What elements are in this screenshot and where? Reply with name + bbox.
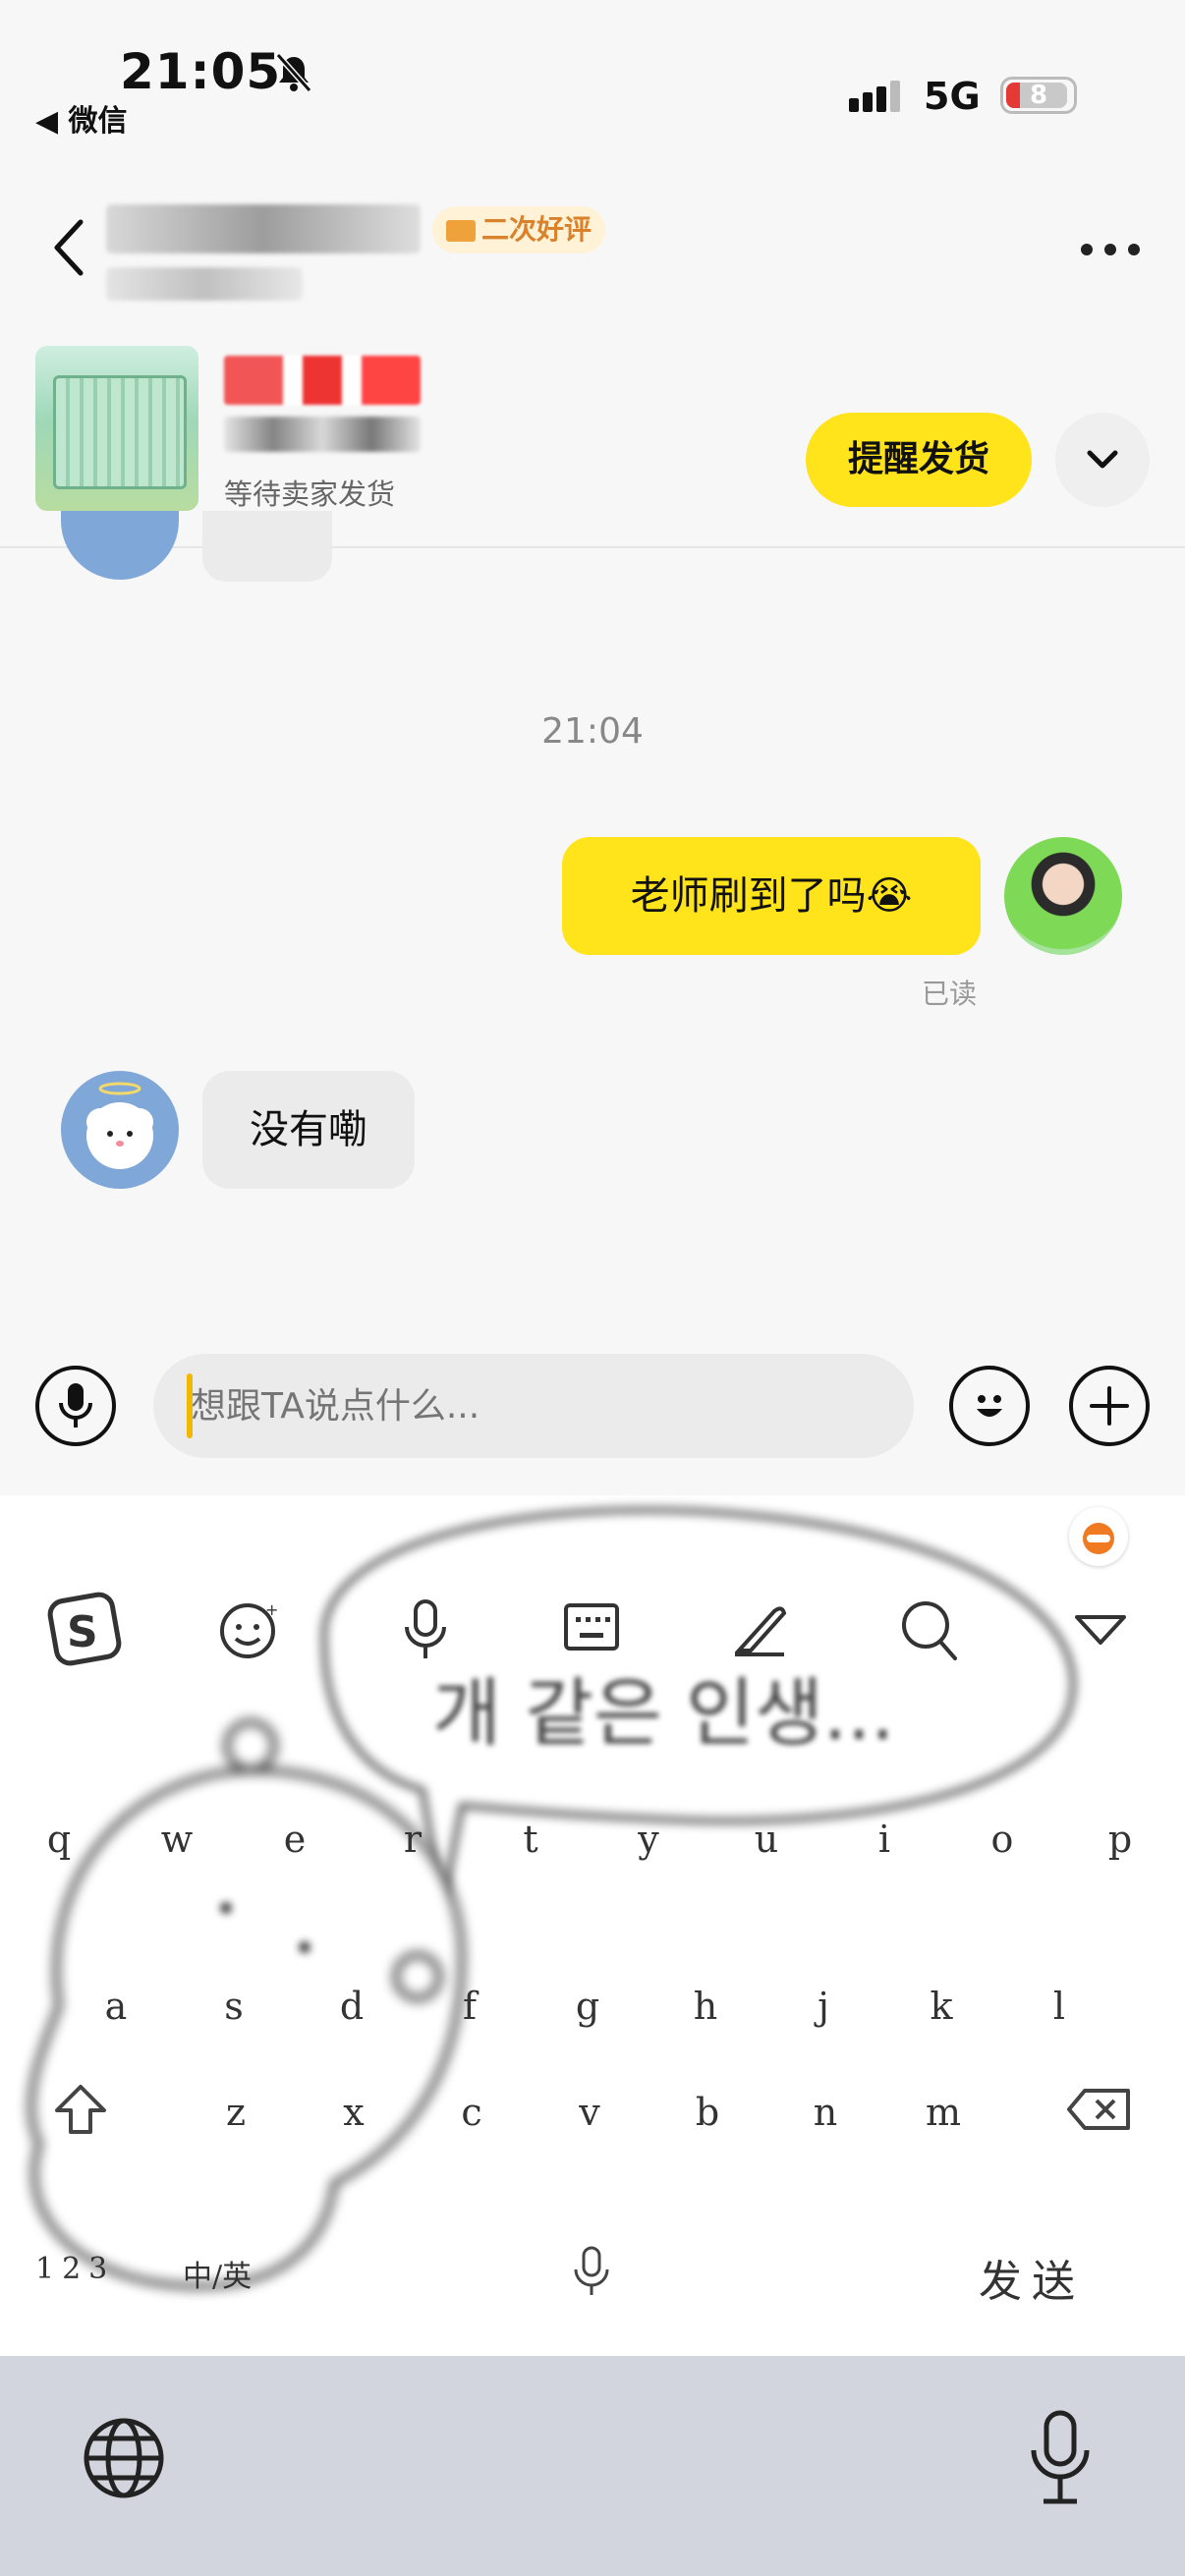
previous-avatar bbox=[61, 511, 179, 580]
previous-message-bubble bbox=[202, 511, 332, 582]
review-tag-label: 二次好评 bbox=[481, 213, 592, 246]
key-w[interactable]: w bbox=[147, 1818, 206, 1861]
mute-bell-icon bbox=[273, 51, 314, 94]
shift-key[interactable] bbox=[51, 2081, 110, 2140]
seller-avatar[interactable] bbox=[61, 1071, 179, 1189]
svg-text:S: S bbox=[67, 1607, 98, 1657]
delete-key[interactable] bbox=[1065, 2085, 1134, 2134]
send-key[interactable]: 发送 bbox=[979, 2246, 1085, 2309]
hide-keyboard-icon[interactable] bbox=[1071, 1611, 1130, 1651]
contact-subtitle-redacted bbox=[106, 267, 303, 301]
contact-name-redacted bbox=[106, 204, 421, 253]
system-keyboard-strip bbox=[0, 2356, 1185, 2576]
sogou-logo-icon[interactable]: S bbox=[47, 1592, 122, 1666]
smiley-icon bbox=[977, 1395, 1002, 1417]
key-s[interactable]: s bbox=[204, 1985, 263, 2028]
keyboard-layout-icon[interactable] bbox=[562, 1601, 621, 1656]
key-p[interactable]: p bbox=[1091, 1818, 1150, 1861]
key-c[interactable]: c bbox=[442, 2091, 501, 2134]
plus-icon bbox=[1090, 1386, 1129, 1426]
received-message-bubble[interactable]: 没有嘞 bbox=[202, 1071, 415, 1189]
key-q[interactable]: q bbox=[29, 1818, 88, 1861]
expand-card-button[interactable] bbox=[1055, 413, 1150, 507]
dictation-microphone-icon[interactable] bbox=[1026, 2409, 1095, 2507]
more-options-icon[interactable] bbox=[1081, 244, 1140, 255]
back-to-wechat-link[interactable]: ◀ 微信 bbox=[35, 96, 128, 140]
product-desc-redacted bbox=[224, 417, 421, 452]
remind-ship-button[interactable]: 提醒发货 bbox=[806, 413, 1032, 507]
globe-icon[interactable] bbox=[81, 2415, 167, 2501]
key-x[interactable]: x bbox=[324, 2091, 383, 2134]
key-d[interactable]: d bbox=[322, 1985, 381, 2028]
key-a[interactable]: a bbox=[86, 1985, 145, 2028]
key-n[interactable]: n bbox=[796, 2091, 855, 2134]
custom-keyboard: 개 같은 인생... S + q w e r t y u i o p a s d f g h j k l z x c v… bbox=[0, 1495, 1185, 2356]
key-v[interactable]: v bbox=[560, 2091, 619, 2134]
key-b[interactable]: b bbox=[678, 2091, 737, 2134]
my-avatar[interactable] bbox=[1004, 837, 1122, 955]
status-time: 21:05 bbox=[120, 43, 282, 100]
key-g[interactable]: g bbox=[558, 1985, 617, 2028]
attach-plus-button[interactable] bbox=[1069, 1366, 1150, 1446]
key-m[interactable]: m bbox=[914, 2091, 973, 2134]
key-u[interactable]: u bbox=[737, 1818, 796, 1861]
number-key[interactable]: 123 bbox=[35, 2252, 115, 2286]
key-z[interactable]: z bbox=[206, 2091, 265, 2134]
key-e[interactable]: e bbox=[265, 1818, 324, 1861]
key-i[interactable]: i bbox=[855, 1818, 914, 1861]
key-r[interactable]: r bbox=[383, 1818, 442, 1861]
keyboard-mascot-icon[interactable] bbox=[1069, 1507, 1128, 1566]
product-thumbnail[interactable] bbox=[35, 346, 198, 511]
handwriting-icon[interactable] bbox=[731, 1599, 790, 1658]
message-input[interactable] bbox=[153, 1354, 914, 1458]
key-o[interactable]: o bbox=[973, 1818, 1032, 1861]
svg-text:+: + bbox=[265, 1600, 278, 1619]
review-tag: 二次好评 bbox=[432, 206, 606, 253]
header-divider bbox=[0, 546, 1185, 548]
key-h[interactable]: h bbox=[676, 1985, 735, 2028]
key-l[interactable]: l bbox=[1030, 1985, 1089, 2028]
network-type: 5G bbox=[924, 75, 981, 118]
key-j[interactable]: j bbox=[794, 1985, 853, 2028]
message-timestamp: 21:04 bbox=[541, 711, 644, 752]
chevron-down-icon bbox=[1087, 450, 1118, 469]
key-y[interactable]: y bbox=[619, 1818, 678, 1861]
key-f[interactable]: f bbox=[440, 1985, 499, 2028]
keyboard-art-caption: 개 같은 인생... bbox=[432, 1669, 895, 1757]
text-caret bbox=[187, 1373, 193, 1438]
emoji-button[interactable] bbox=[949, 1366, 1030, 1446]
key-t[interactable]: t bbox=[501, 1818, 560, 1861]
space-mic-icon[interactable] bbox=[572, 2246, 611, 2299]
voice-input-button[interactable] bbox=[35, 1366, 116, 1446]
sent-message-bubble[interactable]: 老师刷到了吗😭 bbox=[562, 837, 981, 955]
microphone-icon bbox=[59, 1383, 92, 1428]
language-switch-key[interactable]: 中/英 bbox=[183, 2252, 252, 2295]
battery-indicator: 8 bbox=[1000, 77, 1077, 114]
battery-level: 8 bbox=[1029, 81, 1048, 110]
voice-typing-icon[interactable] bbox=[401, 1597, 450, 1662]
read-receipt: 已读 bbox=[922, 978, 978, 1010]
key-k[interactable]: k bbox=[912, 1985, 971, 2028]
product-title-redacted bbox=[224, 356, 421, 405]
order-status: 等待卖家发货 bbox=[224, 477, 396, 511]
back-arrow-icon[interactable] bbox=[49, 216, 88, 279]
signal-icon bbox=[849, 79, 908, 114]
search-icon[interactable] bbox=[900, 1597, 959, 1662]
emoji-panel-icon[interactable]: + bbox=[218, 1597, 283, 1662]
folder-icon bbox=[446, 220, 476, 242]
